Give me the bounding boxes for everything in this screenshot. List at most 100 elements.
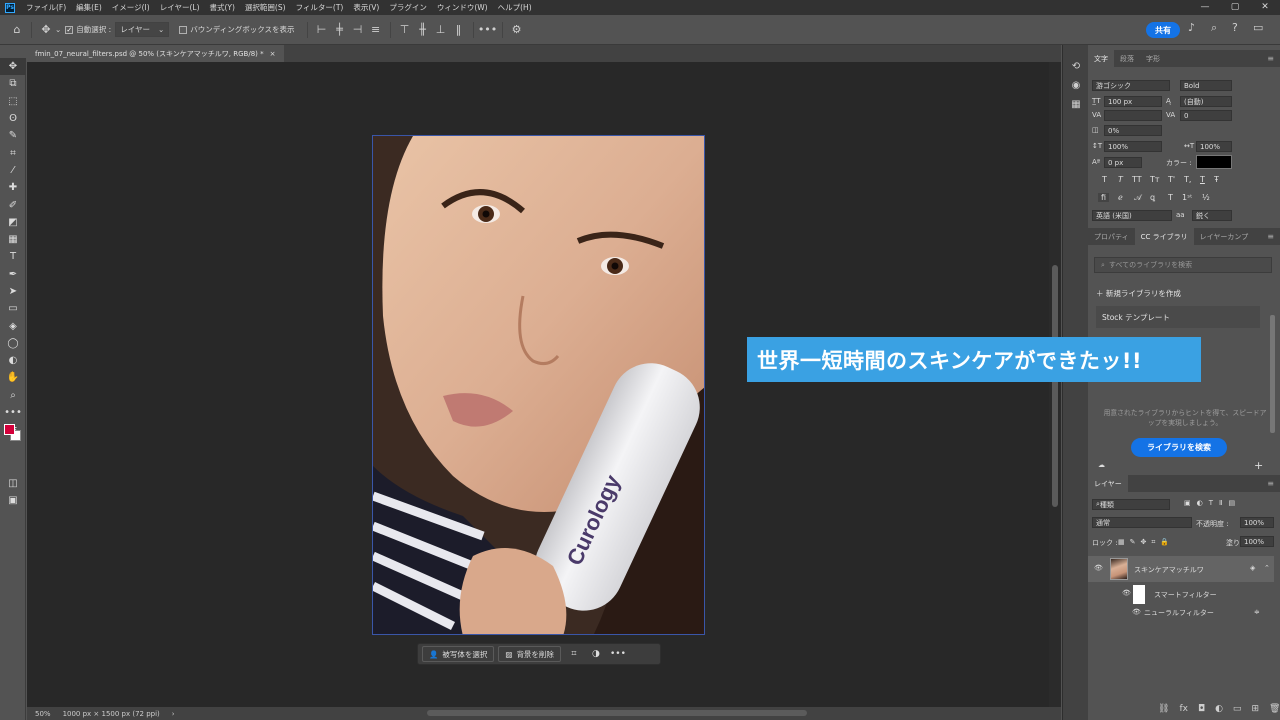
history-icon[interactable]: ⟲ [1063, 57, 1089, 76]
crop-tool-icon[interactable]: ⌗ [0, 144, 26, 161]
distribute-vertical-icon[interactable]: ≡ [367, 21, 385, 39]
menu-view[interactable]: 表示(V) [348, 2, 384, 13]
tracking-field[interactable]: 0 [1180, 110, 1232, 121]
trash-icon[interactable]: 🗑 [1269, 704, 1280, 714]
menu-window[interactable]: ウィンドウ(W) [432, 2, 493, 13]
tsume-field[interactable]: 0% [1104, 125, 1162, 136]
brush-tool-icon[interactable]: ✐ [0, 196, 26, 213]
fx-icon[interactable]: fx [1179, 704, 1188, 714]
tab-glyphs[interactable]: 字形 [1140, 50, 1166, 67]
document-canvas[interactable]: Curology [372, 135, 705, 635]
font-style-select[interactable]: Bold [1180, 80, 1232, 91]
artboard-tool-icon[interactable]: ⧉ [0, 75, 26, 92]
filter-options-icon[interactable]: ≑ [1254, 608, 1260, 616]
search-icon[interactable]: ⌕ [1211, 21, 1217, 35]
blend-mode-select[interactable]: 通常 [1092, 517, 1192, 528]
faux-bold-button[interactable]: T [1102, 175, 1107, 184]
menu-type[interactable]: 書式(Y) [205, 2, 240, 13]
font-size-field[interactable]: 100 px [1104, 96, 1162, 107]
auto-select-dropdown[interactable]: レイヤー ⌄ [115, 22, 170, 37]
library-scrollbar[interactable] [1270, 315, 1275, 433]
align-right-icon[interactable]: ⊣ [349, 21, 367, 39]
more-tools-icon[interactable]: ••• [0, 404, 26, 421]
pen-tool-icon[interactable]: ✒ [0, 266, 26, 283]
zoom-tool-icon[interactable]: ⌕ [0, 387, 26, 404]
mask-icon[interactable]: ◘ [1198, 704, 1205, 714]
share-button[interactable]: 共有 [1146, 22, 1180, 38]
antialias-select[interactable]: 鋭く [1192, 210, 1232, 221]
home-icon[interactable]: ⌂ [8, 21, 26, 39]
screen-mode-icon[interactable]: ▣ [0, 492, 26, 509]
horizontal-scale-field[interactable]: 100% [1196, 141, 1232, 152]
tab-properties[interactable]: プロパティ [1088, 228, 1135, 245]
leading-field[interactable]: (自動) [1180, 96, 1232, 107]
chevron-down-icon[interactable]: ⌄ [55, 25, 61, 34]
eyedropper-tool-icon[interactable]: ⁄ [0, 162, 26, 179]
library-search-input[interactable]: ⌕ すべてのライブラリを検索 [1094, 257, 1272, 273]
move-tool-icon[interactable]: ✥ [37, 21, 55, 39]
healing-brush-tool-icon[interactable]: ✚ [0, 179, 26, 196]
workspace-icon[interactable]: ▭ [1253, 21, 1263, 34]
titling-icon[interactable]: T [1168, 193, 1173, 202]
add-icon[interactable]: + [1254, 459, 1263, 472]
hand-tool-icon[interactable]: ✋ [0, 369, 26, 386]
eraser-tool-icon[interactable]: ◩ [0, 214, 26, 231]
subscript-button[interactable]: T, [1184, 175, 1191, 184]
foreground-color-swatch[interactable] [4, 424, 15, 435]
gradient-tool-icon[interactable]: ▦ [0, 231, 26, 248]
font-family-select[interactable]: 游ゴシック [1092, 80, 1170, 91]
type-tool-icon[interactable]: T [0, 248, 26, 265]
new-library-button[interactable]: ＋ 新規ライブラリを作成 [1096, 288, 1181, 299]
align-hcenter-icon[interactable]: ╪ [331, 21, 349, 39]
baseline-field[interactable]: 0 px [1104, 157, 1142, 168]
distribute-horizontal-icon[interactable]: ‖ [450, 21, 468, 39]
layer-name[interactable]: スキンケアマッチルワ [1134, 565, 1204, 575]
maximize-button[interactable]: ▢ [1220, 0, 1250, 15]
stylistic-icon[interactable]: ꝗ [1150, 193, 1155, 202]
more-options-icon[interactable]: ••• [478, 21, 497, 39]
chevron-right-icon[interactable]: › [172, 710, 175, 718]
chevron-up-icon[interactable]: ⌃ [1264, 564, 1270, 572]
tab-character[interactable]: 文字 [1088, 50, 1114, 67]
minimize-button[interactable]: — [1190, 0, 1220, 15]
menu-filter[interactable]: フィルター(T) [291, 2, 349, 13]
faux-italic-button[interactable]: T [1118, 175, 1123, 184]
tab-layers[interactable]: レイヤー [1088, 475, 1128, 492]
cloud-icon[interactable]: ☁ [1098, 461, 1105, 469]
path-select-tool-icon[interactable]: ➤ [0, 283, 26, 300]
align-bottom-icon[interactable]: ⊥ [432, 21, 450, 39]
small-caps-button[interactable]: Tт [1150, 175, 1160, 184]
swash-icon[interactable]: 𝒜 [1134, 193, 1142, 203]
find-library-button[interactable]: ライブラリを検索 [1131, 438, 1227, 457]
eye-icon[interactable]: 👁 [1094, 564, 1103, 572]
menu-file[interactable]: ファイル(F) [21, 2, 71, 13]
layer-kind-filter[interactable]: ⌕ 種類 [1092, 499, 1170, 510]
rectangle-tool-icon[interactable]: ▭ [0, 300, 26, 317]
adjust-icon[interactable]: ◑ [587, 649, 605, 659]
auto-select-checkbox[interactable]: ✓ [65, 25, 74, 34]
paint-bucket-tool-icon[interactable]: ◈ [0, 317, 26, 334]
layer-filter-icons[interactable]: ▣◐TⅡ▤ [1184, 499, 1241, 507]
align-left-icon[interactable]: ⊢ [313, 21, 331, 39]
marquee-tool-icon[interactable]: ⬚ [0, 93, 26, 110]
menu-edit[interactable]: 編集(E) [71, 2, 107, 13]
swatches-icon[interactable]: ▦ [1063, 95, 1089, 114]
menu-help[interactable]: ヘルプ(H) [493, 2, 537, 13]
superscript-button[interactable]: T' [1168, 175, 1175, 184]
opentype-icon[interactable]: ℯ [1118, 193, 1123, 202]
ligature-icon[interactable]: ﬁ [1098, 193, 1110, 202]
vertical-scale-field[interactable]: 100% [1104, 141, 1162, 152]
lock-icons[interactable]: ▦✎✥⌗🔒 [1118, 538, 1174, 547]
menu-image[interactable]: イメージ(I) [107, 2, 155, 13]
stock-templates-item[interactable]: Stock テンプレート [1096, 306, 1260, 328]
panel-menu-icon[interactable]: ≡ [1267, 54, 1274, 63]
fill-field[interactable]: 100% [1240, 536, 1274, 547]
more-options-icon[interactable]: ••• [609, 649, 627, 659]
layer-row[interactable]: 👁 スキンケアマッチルワ ◈ ⌃ [1088, 556, 1274, 582]
align-top-icon[interactable]: ⊤ [396, 21, 414, 39]
vertical-scroll-thumb[interactable] [1052, 265, 1058, 507]
opacity-field[interactable]: 100% [1240, 517, 1274, 528]
underline-button[interactable]: T [1200, 175, 1205, 184]
new-layer-icon[interactable]: ⊞ [1251, 704, 1259, 714]
panel-menu-icon[interactable]: ≡ [1267, 479, 1274, 488]
